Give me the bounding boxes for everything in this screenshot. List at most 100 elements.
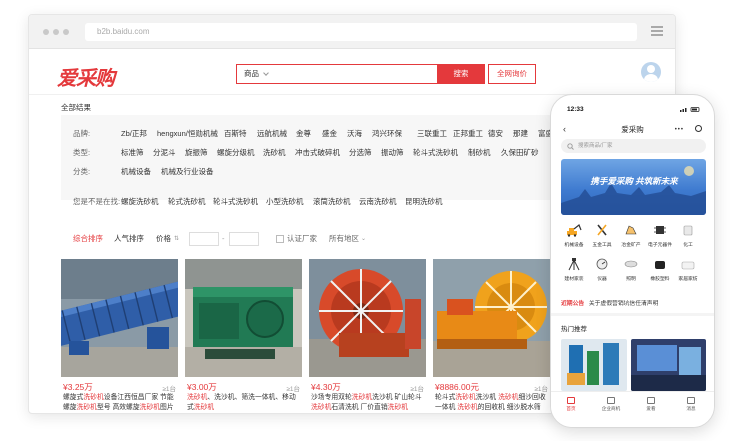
- region-select[interactable]: 所有地区: [329, 227, 359, 251]
- search-category-select[interactable]: 商品: [244, 65, 259, 83]
- search-box[interactable]: 商品: [236, 64, 438, 84]
- product-image[interactable]: [61, 259, 178, 377]
- sort-popularity[interactable]: 人气排序: [114, 227, 144, 251]
- notice-text: 关于虚假营销坑信任清声明: [588, 301, 659, 307]
- category-electronics[interactable]: 电子元器件: [647, 223, 673, 248]
- quote-button[interactable]: 全网询价: [488, 64, 536, 84]
- notice-bar[interactable]: 近期公告 关于虚假营销坑信任清声明: [561, 298, 658, 307]
- product-price: ¥3.00万: [187, 382, 217, 392]
- avatar[interactable]: [641, 62, 661, 82]
- product-title[interactable]: 沙场专用双轮洗砂机洗沙机 矿山轮斗洗砂机石清洗机 厂价直销洗砂机: [311, 393, 426, 413]
- product-title[interactable]: 洗砂机、洗沙机、筛洗一体机、移动式洗砂机: [187, 393, 302, 413]
- filter-option[interactable]: 振动筛: [381, 146, 404, 160]
- product-title[interactable]: 轮斗式洗砂机洗沙机 洗砂机细沙回收一体机 洗砂机的回收机 细沙脱水筛: [435, 393, 550, 413]
- category-building[interactable]: 建材家装: [561, 257, 587, 282]
- sort-price[interactable]: 价格: [156, 227, 171, 251]
- suggestion-link[interactable]: 云南洗砂机: [359, 195, 397, 209]
- product-card[interactable]: ¥3.25万 ≥1台 螺旋式洗砂机设备江西恒昌厂家 节能螺旋洗砂机型号 高效螺旋…: [61, 259, 178, 413]
- product-moq: ≥1台: [410, 386, 424, 393]
- filter-option[interactable]: 螺旋分级机: [217, 146, 255, 160]
- category-metallurgy[interactable]: 冶金矿产: [618, 223, 644, 248]
- sort-comprehensive[interactable]: 综合排序: [73, 227, 103, 251]
- tab-messages[interactable]: 消息: [676, 397, 706, 412]
- category-machinery[interactable]: 机械设备: [561, 223, 587, 248]
- site-logo[interactable]: 爱采购: [57, 62, 115, 91]
- filter-label: 品牌:: [73, 129, 91, 138]
- suggestion-link[interactable]: 螺旋洗砂机: [121, 195, 159, 209]
- suggestion-link[interactable]: 轮式洗砂机: [168, 195, 206, 209]
- phone-search-input[interactable]: 搜索商品/厂家: [561, 139, 706, 153]
- category-chemical[interactable]: 化工: [675, 223, 701, 248]
- chevron-down-icon: ⌄: [361, 236, 367, 242]
- more-icon[interactable]: •••: [675, 127, 684, 133]
- address-bar[interactable]: b2b.baidu.com: [85, 23, 637, 41]
- product-card[interactable]: ¥3.00万 ≥1台 洗砂机、洗沙机、筛洗一体机、移动式洗砂机: [185, 259, 302, 413]
- hamburger-menu-icon[interactable]: [651, 26, 663, 36]
- hot-product-image[interactable]: [631, 339, 706, 391]
- filter-option[interactable]: Zb/正邦: [121, 127, 147, 141]
- tab-home[interactable]: 首页: [556, 397, 586, 412]
- promo-banner[interactable]: 携手爱采购 共筑新未来: [561, 159, 706, 215]
- filter-option[interactable]: 分泥斗: [153, 146, 176, 160]
- category-rubber[interactable]: 橡胶塑料: [647, 257, 673, 282]
- filter-option[interactable]: 三联重工: [417, 127, 447, 141]
- category-home-textile[interactable]: 家居家纺: [675, 257, 701, 282]
- filter-option[interactable]: 冲击式破碎机: [295, 146, 340, 160]
- filter-option[interactable]: 制砂机: [468, 146, 491, 160]
- filter-option[interactable]: 盛金: [322, 127, 337, 141]
- tab-watch[interactable]: 爱看: [636, 397, 666, 412]
- suggestion-label: 您是不是在找:: [73, 197, 121, 206]
- rubber-icon: [655, 261, 665, 269]
- filter-option[interactable]: 机械及行业设备: [161, 165, 214, 179]
- product-image[interactable]: [433, 259, 550, 377]
- filter-option[interactable]: 金尊: [296, 127, 311, 141]
- filter-option[interactable]: 分选筛: [349, 146, 372, 160]
- product-image[interactable]: [309, 259, 426, 377]
- product-moq: ≥1台: [286, 386, 300, 393]
- filter-option[interactable]: 机械设备: [121, 165, 151, 179]
- message-icon: [687, 397, 695, 404]
- meter-icon: [596, 258, 608, 270]
- filter-option[interactable]: 沃海: [347, 127, 362, 141]
- filter-option[interactable]: 久保田矿砂: [501, 146, 539, 160]
- notice-tag: 近期公告: [561, 301, 585, 307]
- filter-label: 分类:: [73, 167, 91, 176]
- sort-arrow-icon: ⇅: [174, 236, 180, 242]
- filter-option[interactable]: 百斯特: [224, 127, 247, 141]
- category-hardware[interactable]: 五金工具: [589, 223, 615, 248]
- filter-option[interactable]: 轮斗式洗砂机: [413, 146, 458, 160]
- category-lighting[interactable]: 照明: [618, 257, 644, 282]
- product-price: ¥8886.00元: [435, 382, 479, 392]
- product-card[interactable]: ¥8886.00元 ≥1台 轮斗式洗砂机洗沙机 洗砂机细沙回收一体机 洗砂机的回…: [433, 259, 550, 413]
- filter-option[interactable]: 德安: [488, 127, 503, 141]
- tab-business[interactable]: 企业商机: [596, 397, 626, 412]
- search-button[interactable]: 搜索: [437, 64, 485, 84]
- filter-option[interactable]: 标准筛: [121, 146, 144, 160]
- price-max-input[interactable]: [229, 232, 259, 246]
- product-image[interactable]: [185, 259, 302, 377]
- filter-option[interactable]: 洗砂机: [263, 146, 286, 160]
- filter-option[interactable]: hengxun/恒勋机械: [157, 127, 218, 141]
- product-card[interactable]: ¥4.30万 ≥1台 沙场专用双轮洗砂机洗沙机 矿山轮斗洗砂机石清洗机 厂价直销…: [309, 259, 426, 413]
- filter-option[interactable]: 旋振筛: [185, 146, 208, 160]
- product-title[interactable]: 螺旋式洗砂机设备江西恒昌厂家 节能螺旋洗砂机型号 高效螺旋洗砂机图片: [63, 393, 178, 413]
- hot-product-image[interactable]: [561, 339, 627, 391]
- suggestion-link[interactable]: 轮斗式洗砂机: [213, 195, 258, 209]
- category-instrument[interactable]: 仪器: [589, 257, 615, 282]
- excavator-icon: [567, 224, 582, 237]
- briefcase-icon: [607, 397, 615, 404]
- filter-option[interactable]: 正邦重工: [453, 127, 483, 141]
- certified-checkbox[interactable]: [276, 235, 284, 243]
- filter-option[interactable]: 那建: [513, 127, 528, 141]
- status-time: 12:33: [567, 106, 584, 113]
- hot-title: 热门推荐: [561, 326, 587, 333]
- window-dot-icon: [43, 29, 49, 35]
- price-min-input[interactable]: [189, 232, 219, 246]
- suggestion-link[interactable]: 小型洗砂机: [266, 195, 304, 209]
- target-icon[interactable]: [695, 125, 702, 132]
- filter-option[interactable]: 鸿兴环保: [372, 127, 402, 141]
- suggestion-link[interactable]: 昆明洗砂机: [405, 195, 443, 209]
- signal-battery-icon: [680, 107, 700, 112]
- suggestion-link[interactable]: 滚筒洗砂机: [313, 195, 351, 209]
- filter-option[interactable]: 远航机械: [257, 127, 287, 141]
